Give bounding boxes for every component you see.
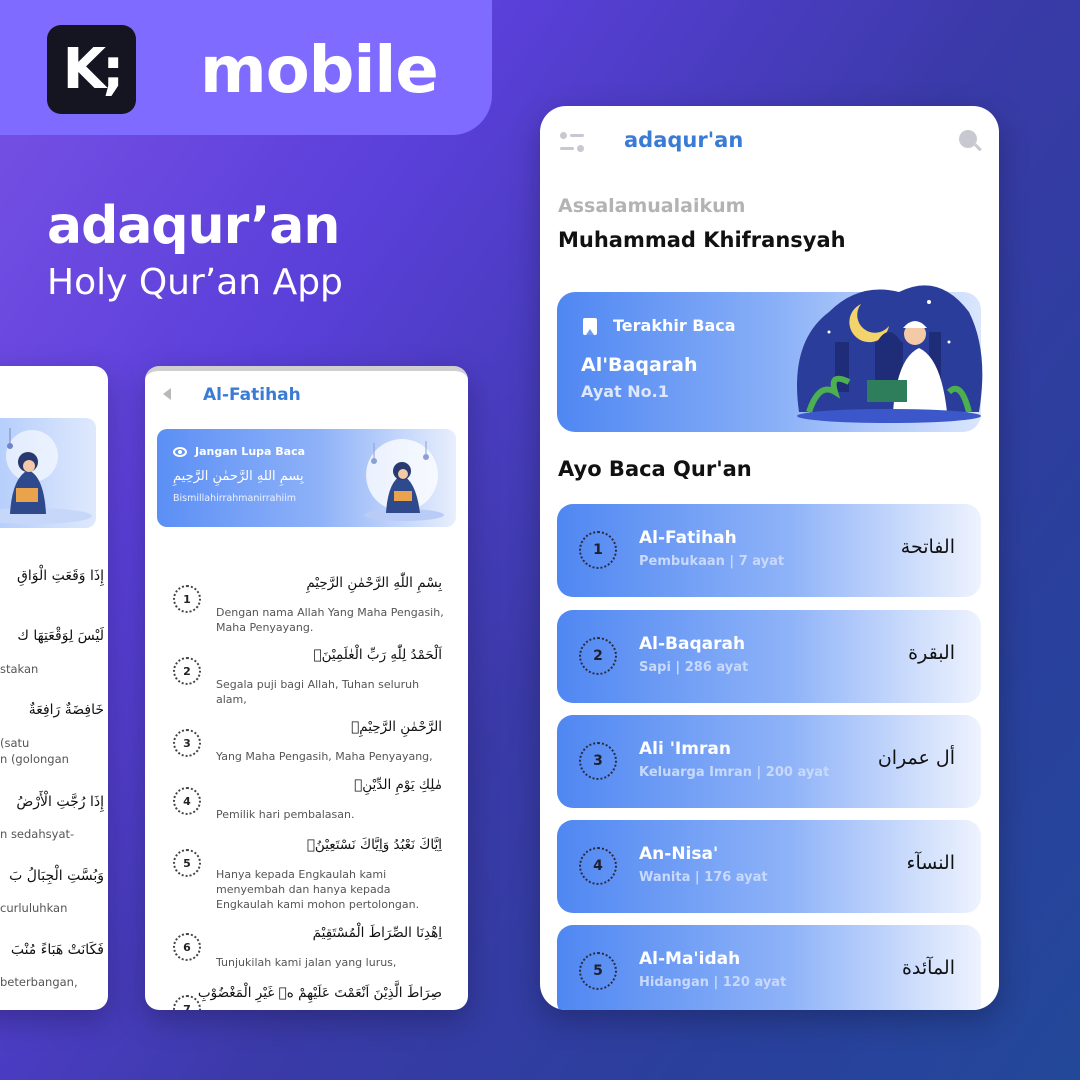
verse-number: 4 — [173, 787, 201, 815]
verse-translation: n (golongan — [0, 752, 69, 766]
greeting: Assalamualaikum — [558, 195, 746, 217]
surah-number: 5 — [579, 952, 617, 990]
last-read-label: Terakhir Baca — [613, 316, 736, 335]
reading-reminder-banner: Jangan Lupa Baca بِسمِ اللهِ الرَّحمٰنِ … — [157, 429, 456, 527]
reminder-label: Jangan Lupa Baca — [195, 445, 306, 458]
surah-meta: Wanita | 176 ayat — [639, 870, 768, 885]
surah-number: 1 — [579, 531, 617, 569]
verse-translation: Segala puji bagi Allah, Tuhan seluruh al… — [216, 678, 420, 706]
brand-banner: K; mobile — [0, 0, 492, 135]
phone-surah-waqiah-partial: إِذَا وَقَعَتِ الْوَاقِ لَيْسَ لِوَقْعَت… — [0, 366, 108, 1010]
verse-translation: n sedahsyat- — [0, 827, 75, 841]
verse-arabic: فَكَانَتْ هَبَاءً مُنْبَ — [10, 942, 104, 958]
app-bar-title: adaqur'an — [624, 128, 744, 152]
surah-card[interactable]: 5 Al-Ma'idah Hidangan | 120 ayat المآئدة — [557, 925, 981, 1010]
bookmark-icon — [583, 318, 597, 335]
basmala-arabic: بِسمِ اللهِ الرَّحمٰنِ الرَّحِيمِ — [173, 469, 304, 484]
surah-arabic: البقرة — [908, 642, 955, 664]
verse-number: 5 — [173, 849, 201, 877]
verse-arabic: اِهْدِنَا الصِّرَاطَ الْمُسْتَقِيْمَ — [312, 925, 442, 941]
surah-name: Al-Baqarah — [639, 634, 746, 654]
verse-translation: Dengan nama Allah Yang Maha Pengasih, Ma… — [216, 606, 444, 634]
surah-arabic: الفاتحة — [900, 536, 955, 558]
brand-logo: K; — [47, 25, 136, 114]
verse-number: 1 — [173, 585, 201, 613]
verse-arabic: الرَّحْمٰنِ الرَّحِيْمِۙ — [351, 719, 442, 735]
surah-arabic: النسآء — [906, 852, 955, 874]
verse-arabic: لَيْسَ لِوَقْعَتِهَا ك — [17, 628, 104, 644]
verse-translation: Tunjukilah kami jalan yang lurus, — [216, 956, 397, 969]
app-title: adaqur’an — [47, 196, 340, 256]
surah-name: Al-Ma'idah — [639, 949, 741, 969]
surah-card[interactable]: 2 Al-Baqarah Sapi | 286 ayat البقرة — [557, 610, 981, 703]
reading-illustration — [0, 428, 92, 524]
surah-meta: Pembukaan | 7 ayat — [639, 554, 785, 569]
eye-icon — [173, 447, 187, 457]
verse-arabic: مٰلِكِ يَوْمِ الدِّيْنِۗ — [354, 777, 442, 793]
verse-translation: beterbangan, — [0, 975, 78, 989]
surah-name: Ali 'Imran — [639, 739, 731, 759]
brand-name: mobile — [200, 34, 439, 108]
reading-girl-illustration — [364, 439, 444, 521]
verse-arabic: صِرَاطَ الَّذِيْنَ اَنْعَمْتَ عَلَيْهِمْ… — [197, 985, 442, 1001]
verse-translation: curluluhkan — [0, 901, 68, 915]
app-subtitle: Holy Qur’an App — [47, 262, 343, 303]
surah-meta: Keluarga Imran | 200 ayat — [639, 765, 830, 780]
verse-number: 6 — [173, 933, 201, 961]
surah-card[interactable]: 4 An-Nisa' Wanita | 176 ayat النسآء — [557, 820, 981, 913]
verse-translation: Hanya kepada Engkaulah kami menyembah da… — [216, 868, 420, 911]
back-arrow-icon[interactable] — [163, 388, 171, 400]
surah-meta: Sapi | 286 ayat — [639, 660, 749, 675]
verse-arabic: خَافِضَةٌ رَافِعَةٌ — [28, 702, 104, 718]
menu-icon[interactable] — [560, 132, 586, 154]
verse-arabic: اِيَّاكَ نَعْبُدُ وَاِيَّاكَ نَسْتَعِيْن… — [306, 837, 442, 853]
surah-number: 4 — [579, 847, 617, 885]
verse-translation: (satu — [0, 736, 30, 750]
verse-arabic: وَبُسَّتِ الْجِبَالُ بَ — [9, 868, 104, 884]
reading-man-illustration — [797, 280, 983, 423]
surah-number: 2 — [579, 637, 617, 675]
verse-arabic: بِسْمِ اللّٰهِ الرَّحْمٰنِ الرَّحِيْمِ — [306, 575, 442, 591]
surah-name: An-Nisa' — [639, 844, 719, 864]
phone-home: adaqur'an Assalamualaikum Muhammad Khifr… — [540, 106, 999, 1010]
basmala-latin: Bismillahirrahmanirrahiim — [173, 493, 297, 504]
verse-translation: stakan — [0, 662, 39, 676]
verse-arabic: إِذَا وَقَعَتِ الْوَاقِ — [16, 568, 104, 584]
verse-translation: Yang Maha Pengasih, Maha Penyayang, — [216, 750, 433, 763]
surah-title: Al-Fatihah — [203, 385, 301, 405]
last-read-card[interactable]: Terakhir Baca Al'Baqarah Ayat No.1 — [557, 280, 983, 432]
surah-arabic: المآئدة — [901, 957, 955, 979]
surah-card[interactable]: 1 Al-Fatihah Pembukaan | 7 ayat الفاتحة — [557, 504, 981, 597]
verse-arabic: اَلْحَمْدُ لِلّٰهِ رَبِّ الْعٰلَمِيْنَۙ — [313, 647, 443, 663]
last-read-surah: Al'Baqarah — [581, 354, 698, 376]
verse-translation: Pemilik hari pembalasan. — [216, 808, 355, 821]
verse-number: 7 — [173, 995, 201, 1010]
verse-number: 3 — [173, 729, 201, 757]
surah-name: Al-Fatihah — [639, 528, 737, 548]
user-name: Muhammad Khifransyah — [558, 228, 846, 252]
phone-surah-detail: Al-Fatihah Jangan Lupa Baca بِسمِ اللهِ … — [145, 366, 468, 1010]
surah-card[interactable]: 3 Ali 'Imran Keluarga Imran | 200 ayat أ… — [557, 715, 981, 808]
verse-arabic: إِذَا رُجَّتِ الْأَرْضُ — [16, 794, 104, 810]
surah-meta: Hidangan | 120 ayat — [639, 975, 787, 990]
verse-number: 2 — [173, 657, 201, 685]
search-icon[interactable] — [957, 128, 983, 154]
surah-number: 3 — [579, 742, 617, 780]
reading-reminder-banner — [0, 418, 96, 528]
section-title: Ayo Baca Qur'an — [558, 457, 752, 481]
last-read-ayat: Ayat No.1 — [581, 382, 669, 401]
surah-arabic: أل عمران — [877, 747, 955, 769]
surah-header: Al-Fatihah — [145, 371, 468, 423]
